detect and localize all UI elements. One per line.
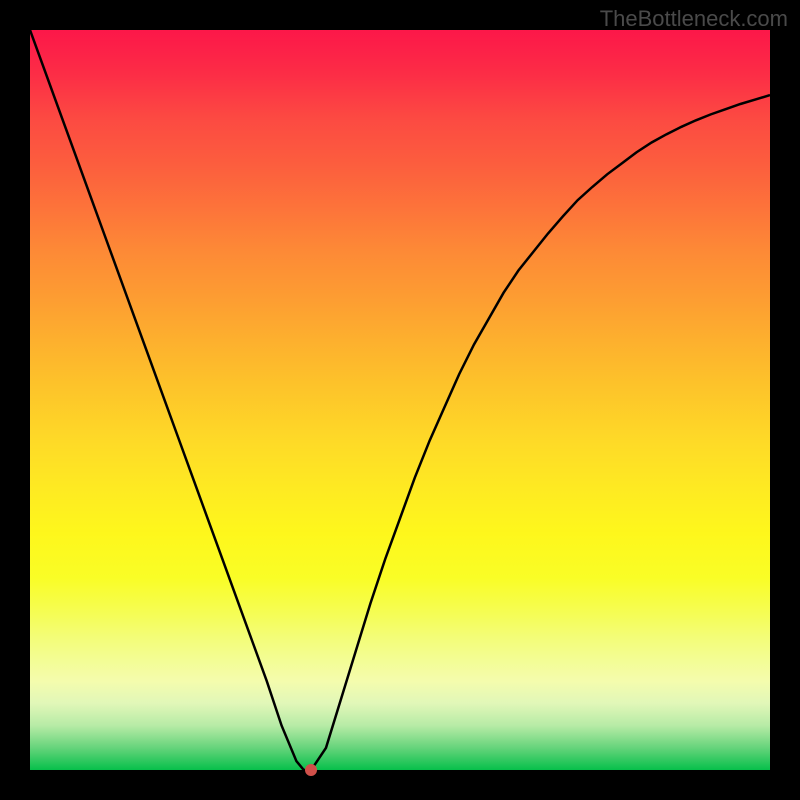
bottleneck-curve xyxy=(30,30,770,770)
plot-area xyxy=(30,30,770,770)
attribution-text: TheBottleneck.com xyxy=(600,6,788,32)
optimal-point-marker xyxy=(305,764,317,776)
curve-path xyxy=(30,30,770,770)
